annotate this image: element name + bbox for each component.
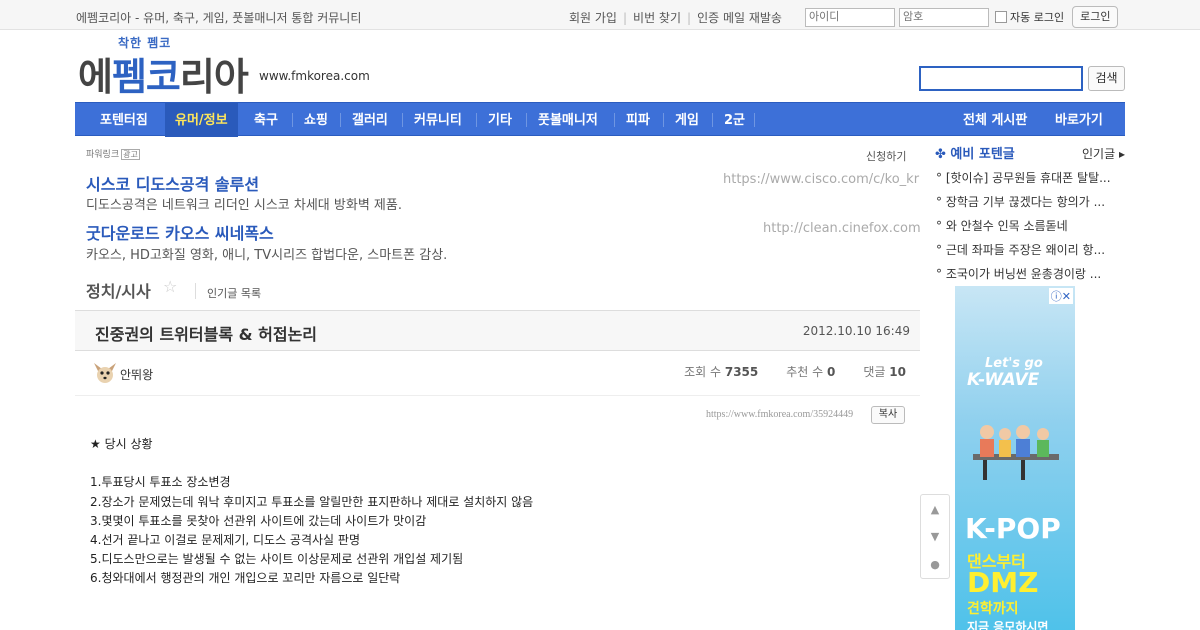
ad-apply-link[interactable]: 신청하기 [866,148,906,164]
sidebar-more-link[interactable]: 인기글 ▸ [1082,145,1125,162]
content-line: 3.몇몇이 투표소를 못찾아 선관위 사이트에 갔는데 사이트가 맛이감 [90,513,427,528]
nav-all-boards[interactable]: 전체 게시판 [963,103,1027,137]
nav-item-poten[interactable]: 포텐터짐 [100,103,148,137]
search-input[interactable] [919,66,1083,91]
sidebar-title[interactable]: ✤ 예비 포텐글 [935,143,1015,162]
nav-item-shopping[interactable]: 쇼핑 [304,103,328,137]
content-line: 4.선거 끝나고 이걸로 문제제기, 디도스 공격사실 판명 [90,532,360,547]
nav-item-fm[interactable]: 풋볼매니저 [538,103,598,137]
post-date: 2012.10.10 16:49 [802,324,910,338]
content-line [90,454,533,473]
people-illustration [973,425,1059,480]
nav-item-fifa[interactable]: 피파 [626,103,650,137]
id-input[interactable] [805,7,895,27]
nav-separator [476,113,477,127]
content-line: 6.청와대에서 행정관의 개인 개입으로 꼬리만 자름으로 일단락 [90,571,401,586]
board-title[interactable]: 정치/시사 [86,278,151,302]
ad-banner[interactable]: ⓘ✕ Let's go K-WAVE K-POP 댄스부터 DMZ 견학까지 지… [955,286,1075,630]
star-icon[interactable]: ☆ [163,277,177,296]
sidebar-list-item[interactable]: ° 조국이가 버닝썬 윤총경이랑 ... [936,265,1116,282]
divider [195,283,196,299]
post-title: 진중권의 트위터블록 & 허접논리 [95,325,318,344]
post-meta: 안뛰왕 조회 수 7355 추천 수 0 댓글 10 [75,352,920,396]
banner-text: 지금 응모하시면 [967,620,1049,630]
signup-link[interactable]: 회원 가입 [569,9,617,26]
nav-separator [663,113,664,127]
nav-item-game[interactable]: 게임 [675,103,699,137]
banner-text: 견학까지 [967,601,1019,617]
login-box: 자동 로그인 로그인 [805,6,1119,28]
sidebar-list-item[interactable]: ° [핫이슈] 공무원들 휴대폰 탈탈... [936,169,1116,186]
nav-separator [526,113,527,127]
comments-stat[interactable]: 댓글 10 [849,363,906,380]
search-button[interactable]: 검색 [1088,66,1125,91]
nav-separator [402,113,403,127]
banner-text: Let's go [985,356,1043,371]
nav-item-community[interactable]: 커뮤니티 [414,103,462,137]
powerlink-label: 파워링크 광고 [86,149,140,160]
scroll-down-icon[interactable]: ▼ [921,530,949,543]
post-stats: 조회 수 7355 추천 수 0 댓글 10 [656,363,906,380]
separator: | [622,10,628,25]
top-links: 회원 가입 | 비번 찾기 | 인증 메일 재발송 [569,9,782,26]
nav-item-soccer[interactable]: 축구 [254,103,278,137]
separator: | [687,10,692,25]
content-line: 2.장소가 문제였는데 워낙 후미지고 투표소를 알릴만한 표지판하나 제대로 … [90,494,534,509]
nav-separator [340,113,341,127]
nav-separator [712,113,713,127]
post-url[interactable]: https://www.fmkorea.com/35924449 [706,409,853,420]
logo-wordmark: 에펨코리아 [78,55,249,99]
ad-url[interactable]: https://www.cisco.com/c/ko_kr [723,172,919,187]
author-name[interactable]: 안뛰왕 [120,366,153,383]
ad-description: 디도스공격은 네트워크 리더인 시스코 차세대 방화벽 제품. [86,198,402,213]
nav-shortcuts[interactable]: 바로가기 [1055,103,1103,137]
content-line: ★ 당시 상황 [90,437,153,451]
popular-list-link[interactable]: 인기글 목록 [207,285,261,301]
top-bar: 에펨코리아 - 유머, 축구, 게임, 풋볼매니저 통합 커뮤니티 회원 가입 … [0,0,1200,30]
recommend-stat: 추천 수 0 [786,365,836,379]
banner-text: K-POP [965,512,1061,545]
banner-text: K-WAVE [967,370,1040,390]
sidebar-list-item[interactable]: ° 근데 좌파들 주장은 왜이리 항... [936,241,1116,258]
scroll-up-icon[interactable]: ▲ [921,503,949,516]
ad-title[interactable]: 시스코 디도스공격 솔루션 [86,171,259,195]
ad-close-icon[interactable]: ⓘ✕ [1048,288,1073,304]
nav-item-humor[interactable]: 유머/정보 [165,103,238,137]
views-stat: 조회 수 7355 [684,365,759,379]
password-input[interactable] [899,7,989,27]
post-header: 진중권의 트위터블록 & 허접논리 2012.10.10 16:49 [75,310,920,351]
ad-description: 카오스, HD고화질 영화, 애니, TV시리즈 합법다운, 스마트폰 감상. [86,248,448,263]
content-line: 1.투표당시 투표소 장소변경 [90,475,231,490]
avatar-icon[interactable] [92,360,118,386]
nav-separator [614,113,615,127]
logo-url: www.fmkorea.com [259,69,370,83]
copy-button[interactable]: 복사 [871,406,905,424]
site-description: 에펨코리아 - 유머, 축구, 게임, 풋볼매니저 통합 커뮤니티 [76,11,362,25]
sidebar-list-item[interactable]: ° 와 안철수 인목 소름돋네 [936,217,1116,234]
ad-title[interactable]: 굿다운로드 카오스 씨네폭스 [86,220,274,244]
comment-icon[interactable]: ● [921,558,949,571]
content-line: 5.디도스만으로는 발생될 수 없는 사이트 이상문제로 선관위 개입설 제기됨 [90,552,464,567]
nav-item-etc[interactable]: 기타 [488,103,512,137]
nav-item-gallery[interactable]: 갤러리 [352,103,388,137]
site-logo[interactable]: 착한 펨코 에펨코리아 www.fmkorea.com [78,34,378,99]
auto-login-label: 자동 로그인 [1010,11,1065,24]
banner-text: DMZ [967,566,1039,599]
nav-separator [292,113,293,127]
sidebar-list-item[interactable]: ° 장학금 기부 끊겠다는 항의가 ... [936,193,1116,210]
nav-item-2gun[interactable]: 2군 [724,103,745,137]
ad-url[interactable]: http://clean.cinefox.com [763,221,921,236]
floating-tools: ▲ ▼ ● [920,494,950,579]
main-nav: 포텐터짐 유머/정보 축구 쇼핑 갤러리 커뮤니티 기타 풋볼매니저 피파 게임… [75,102,1125,137]
resend-email-link[interactable]: 인증 메일 재발송 [697,9,782,26]
nav-separator [754,113,755,127]
post-content: ★ 당시 상황 1.투표당시 투표소 장소변경 2.장소가 문제였는데 워낙 후… [90,435,533,589]
auto-login-checkbox[interactable] [995,11,1007,23]
login-button[interactable]: 로그인 [1072,6,1119,28]
find-password-link[interactable]: 비번 찾기 [633,9,681,26]
